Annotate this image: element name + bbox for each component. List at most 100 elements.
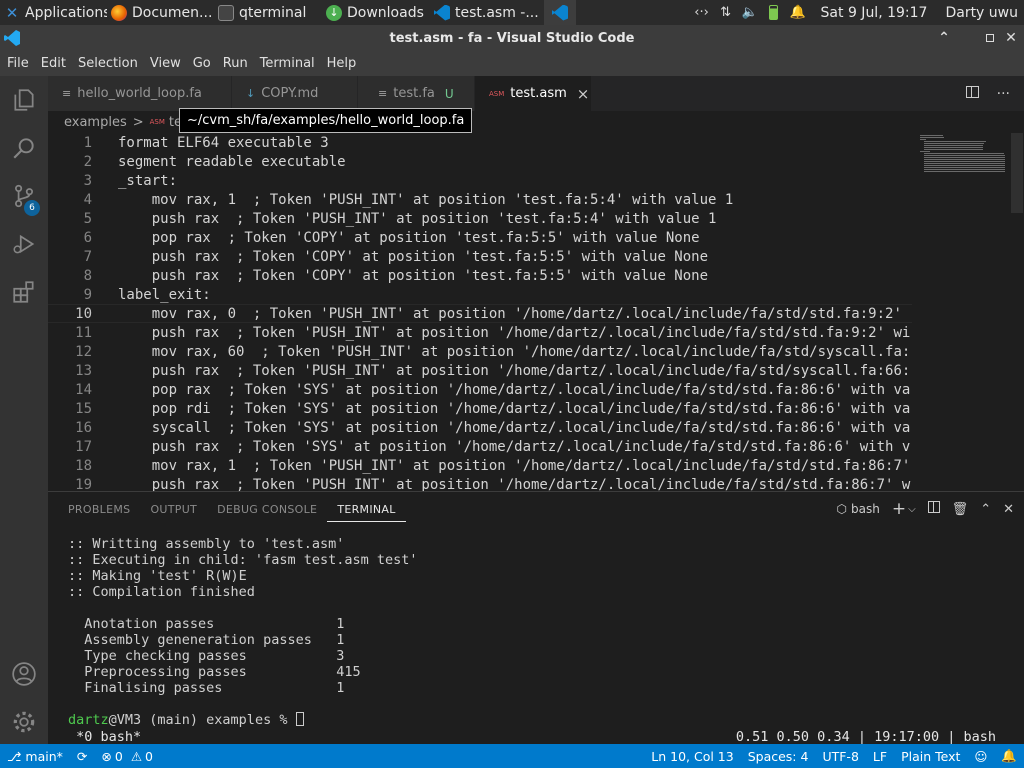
code-line[interactable]: 12 mov rax, 60 ; Token 'PUSH_INT' at pos… bbox=[48, 342, 912, 361]
close-panel-icon[interactable]: ✕ bbox=[1003, 502, 1014, 517]
taskbar-vscode[interactable]: test.asm -... bbox=[430, 0, 544, 25]
encoding[interactable]: UTF-8 bbox=[815, 744, 865, 768]
code-line[interactable]: 8 push rax ; Token 'COPY' at position 't… bbox=[48, 266, 912, 285]
code-text: mov rax, 1 ; Token 'PUSH_INT' at positio… bbox=[118, 457, 911, 474]
menu-terminal[interactable]: Terminal bbox=[254, 56, 321, 71]
trash-icon[interactable]: 🗑 bbox=[952, 502, 969, 517]
tab-problems[interactable]: PROBLEMS bbox=[48, 492, 140, 526]
line-number: 5 bbox=[83, 210, 92, 227]
taskbar-qterminal[interactable]: qterminal bbox=[214, 0, 322, 25]
code-text: mov rax, 60 ; Token 'PUSH_INT' at positi… bbox=[118, 343, 911, 360]
terminal-line: Preprocessing passes 415 bbox=[68, 664, 361, 680]
menu-go[interactable]: Go bbox=[187, 56, 217, 71]
indentation[interactable]: Spaces: 4 bbox=[741, 744, 816, 768]
code-line[interactable]: 6 pop rax ; Token 'COPY' at position 'te… bbox=[48, 228, 912, 247]
volume-icon[interactable]: 🔈 bbox=[741, 5, 759, 21]
taskbar-downloads[interactable]: ↓ Downloads bbox=[322, 0, 430, 25]
taskbar-vscode-active[interactable] bbox=[544, 0, 576, 25]
minimize-icon[interactable]: ⌃ bbox=[931, 25, 957, 51]
cursor-position[interactable]: Ln 10, Col 13 bbox=[644, 744, 740, 768]
split-terminal-icon[interactable] bbox=[927, 501, 940, 517]
minimap-line bbox=[920, 135, 943, 136]
line-number: 4 bbox=[83, 191, 92, 208]
sync-icon[interactable]: ⟳ bbox=[70, 744, 94, 768]
tab-terminal[interactable]: TERMINAL bbox=[327, 496, 405, 522]
notifications-icon[interactable]: 🔔 bbox=[994, 744, 1024, 768]
window-title-bar[interactable]: test.asm - fa - Visual Studio Code ⌃ ✕ bbox=[0, 25, 1024, 51]
tab-test-asm[interactable]: ASM test.asm × bbox=[475, 76, 592, 111]
tab-label: hello_world_loop.fa bbox=[77, 86, 202, 101]
minimap-slider[interactable] bbox=[1011, 133, 1023, 213]
tab-output[interactable]: OUTPUT bbox=[140, 492, 207, 526]
code-line[interactable]: 16 syscall ; Token 'SYS' at position '/h… bbox=[48, 418, 912, 437]
files-icon bbox=[14, 89, 34, 111]
code-text: push rax ; Token 'PUSH_INT' at position … bbox=[118, 362, 911, 379]
terminal-shell-selector[interactable]: bash bbox=[851, 502, 880, 516]
new-terminal-icon[interactable]: + bbox=[892, 499, 906, 519]
code-line[interactable]: 9 label_exit: bbox=[48, 285, 912, 304]
feedback-icon[interactable]: ☺ bbox=[967, 744, 994, 768]
code-line[interactable]: 17 push rax ; Token 'SYS' at position '/… bbox=[48, 437, 912, 456]
terminal-line: :: Compilation finished bbox=[68, 584, 255, 600]
code-line[interactable]: 18 mov rax, 1 ; Token 'PUSH_INT' at posi… bbox=[48, 456, 912, 475]
language-mode[interactable]: Plain Text bbox=[894, 744, 967, 768]
applications-menu[interactable]: ✕ Applications bbox=[0, 0, 107, 25]
code-editor[interactable]: 1 format ELF64 executable 3 2 segment reada… bbox=[48, 133, 912, 491]
menu-help[interactable]: Help bbox=[321, 56, 363, 71]
breadcrumb-folder[interactable]: examples bbox=[64, 115, 127, 130]
tab-test-fa[interactable]: ≡ test.fa U bbox=[358, 76, 475, 111]
close-icon[interactable]: ✕ bbox=[998, 25, 1024, 51]
network-transfer-icon[interactable]: ⇅ bbox=[717, 5, 735, 21]
menu-file[interactable]: File bbox=[0, 56, 35, 71]
source-control-button[interactable]: 6 bbox=[0, 172, 48, 220]
line-number: 13 bbox=[75, 362, 92, 379]
code-line[interactable]: 2 segment readable executable bbox=[48, 152, 912, 171]
tab-hello-world-loop[interactable]: ≡ hello_world_loop.fa bbox=[48, 76, 232, 111]
terminal-output[interactable]: :: Writting assembly to 'test.asm':: Exe… bbox=[68, 536, 1018, 728]
code-line[interactable]: 1 format ELF64 executable 3 bbox=[48, 133, 912, 152]
taskbar-downloads-label: Downloads bbox=[347, 4, 424, 21]
run-debug-button[interactable] bbox=[0, 220, 48, 268]
menu-view[interactable]: View bbox=[144, 56, 187, 71]
extensions-button[interactable] bbox=[0, 268, 48, 316]
explorer-button[interactable] bbox=[0, 76, 48, 124]
split-editor-icon[interactable] bbox=[965, 85, 979, 102]
code-line[interactable]: 3 _start: bbox=[48, 171, 912, 190]
menu-edit[interactable]: Edit bbox=[35, 56, 72, 71]
menu-run[interactable]: Run bbox=[217, 56, 254, 71]
manage-button[interactable] bbox=[0, 698, 48, 746]
minimap[interactable] bbox=[912, 133, 1024, 491]
end-of-line[interactable]: LF bbox=[866, 744, 894, 768]
line-number: 8 bbox=[83, 267, 92, 284]
code-line[interactable]: 15 pop rdi ; Token 'SYS' at position '/h… bbox=[48, 399, 912, 418]
more-actions-icon[interactable]: ··· bbox=[997, 86, 1010, 102]
code-line[interactable]: 11 push rax ; Token 'PUSH_INT' at positi… bbox=[48, 323, 912, 342]
status-bar: ⎇ main* ⟳ ⊗ 0 ⚠ 0 Ln 10, Col 13 Spaces: … bbox=[0, 744, 1024, 768]
code-line[interactable]: 19 push rax ; Token 'PUSH_INT' at positi… bbox=[48, 475, 912, 492]
tab-copy-md[interactable]: ↓ COPY.md bbox=[232, 76, 358, 111]
terminal-prompt[interactable]: dartz@VM3 (main) examples % bbox=[68, 712, 1018, 728]
code-line[interactable]: 4 mov rax, 1 ; Token 'PUSH_INT' at posit… bbox=[48, 190, 912, 209]
code-text: pop rax ; Token 'COPY' at position 'test… bbox=[118, 229, 700, 246]
taskbar-firefox[interactable]: Documen... bbox=[107, 0, 214, 25]
code-line[interactable]: 5 push rax ; Token 'PUSH_INT' at positio… bbox=[48, 209, 912, 228]
branch-indicator[interactable]: ⎇ main* bbox=[0, 744, 70, 768]
battery-icon[interactable] bbox=[765, 5, 783, 21]
clock[interactable]: Sat 9 Jul, 19:17 bbox=[821, 5, 928, 21]
maximize-panel-icon[interactable]: ⌃ bbox=[980, 502, 991, 517]
accounts-button[interactable] bbox=[0, 650, 48, 698]
code-line[interactable]: 10 mov rax, 0 ; Token 'PUSH_INT' at posi… bbox=[48, 304, 912, 323]
chevron-down-icon[interactable]: ⌵ bbox=[908, 504, 916, 515]
problems-indicator[interactable]: ⊗ 0 ⚠ 0 bbox=[94, 744, 160, 768]
search-button[interactable] bbox=[0, 124, 48, 172]
code-line[interactable]: 7 push rax ; Token 'COPY' at position 't… bbox=[48, 247, 912, 266]
user-name[interactable]: Darty uwu bbox=[945, 5, 1018, 21]
notification-bell-icon[interactable]: 🔔 bbox=[789, 5, 807, 21]
code-line[interactable]: 14 pop rax ; Token 'SYS' at position '/h… bbox=[48, 380, 912, 399]
code-line[interactable]: 13 push rax ; Token 'PUSH_INT' at positi… bbox=[48, 361, 912, 380]
menu-selection[interactable]: Selection bbox=[72, 56, 144, 71]
close-tab-icon[interactable]: × bbox=[577, 85, 590, 103]
network-arrows-icon[interactable]: ‹·› bbox=[693, 5, 711, 21]
tab-debug-console[interactable]: DEBUG CONSOLE bbox=[207, 492, 327, 526]
